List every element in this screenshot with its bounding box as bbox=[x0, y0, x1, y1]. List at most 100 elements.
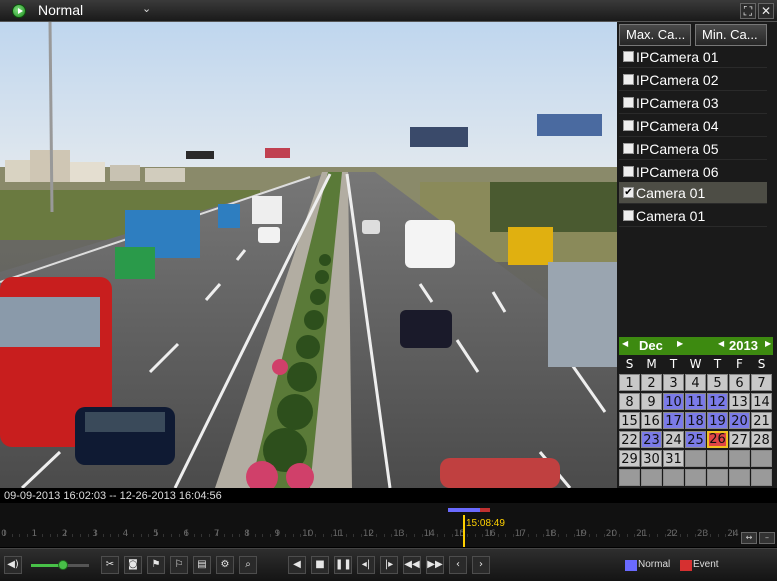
playback-mode-select[interactable]: Normal bbox=[38, 2, 83, 18]
minor-tick bbox=[49, 534, 51, 537]
calendar-day[interactable]: 27 bbox=[729, 431, 750, 448]
camera-checkbox[interactable] bbox=[623, 210, 634, 221]
calendar-day[interactable]: 18 bbox=[685, 412, 706, 429]
camera-row-ipcamera-05[interactable]: IPCamera 05 bbox=[619, 138, 767, 160]
calendar-day[interactable]: 28 bbox=[751, 431, 772, 448]
search-icon[interactable]: ⌕ bbox=[239, 556, 257, 574]
camera-checkbox[interactable] bbox=[623, 97, 634, 108]
calendar-day[interactable]: 19 bbox=[707, 412, 728, 429]
control-bar: ◀) ✂ ◙ ⚑ ⚐ ▤ ⚙ ⌕ ◀ ■ ❚❚ ◂| |▸ ◀◀ ▶▶ ‹ › … bbox=[0, 548, 777, 581]
camera-row-ipcamera-01[interactable]: IPCamera 01 bbox=[619, 46, 767, 68]
minor-tick bbox=[467, 534, 469, 537]
tag-icon[interactable]: ⚑ bbox=[147, 556, 165, 574]
playback-video[interactable] bbox=[0, 22, 617, 488]
calendar-day[interactable]: 3 bbox=[663, 374, 684, 391]
camera-row-ipcamera-03[interactable]: IPCamera 03 bbox=[619, 92, 767, 114]
fullscreen-icon[interactable]: ⛶ bbox=[740, 3, 756, 19]
calendar-day[interactable]: 24 bbox=[663, 431, 684, 448]
minor-tick bbox=[535, 534, 537, 537]
zoom-out-icon[interactable]: – bbox=[759, 532, 775, 544]
camera-checkbox[interactable] bbox=[623, 143, 634, 154]
fast-icon[interactable]: ▶▶ bbox=[426, 556, 444, 574]
prev-month-icon[interactable]: ◀ bbox=[622, 339, 628, 348]
minor-tick bbox=[527, 534, 529, 537]
settings-icon[interactable]: ⚙ bbox=[216, 556, 234, 574]
calendar-day[interactable]: 4 bbox=[685, 374, 706, 391]
calendar-day[interactable]: 13 bbox=[729, 393, 750, 410]
camera-checkbox[interactable] bbox=[623, 166, 634, 177]
pause-icon[interactable]: ❚❚ bbox=[334, 556, 352, 574]
slow-icon[interactable]: ◀◀ bbox=[403, 556, 421, 574]
minor-tick bbox=[292, 534, 294, 537]
camera-row-ipcamera-02[interactable]: IPCamera 02 bbox=[619, 69, 767, 91]
camera-row-camera-01[interactable]: Camera 01 bbox=[619, 205, 767, 227]
snapshot-icon[interactable]: ◙ bbox=[124, 556, 142, 574]
calendar-day[interactable]: 15 bbox=[619, 412, 640, 429]
calendar-day[interactable]: 6 bbox=[729, 374, 750, 391]
camera-checkbox[interactable] bbox=[623, 120, 634, 131]
reverse-play-icon[interactable]: ◀ bbox=[288, 556, 306, 574]
minor-tick bbox=[11, 534, 13, 537]
calendar-day[interactable]: 2 bbox=[641, 374, 662, 391]
calendar-day[interactable]: 9 bbox=[641, 393, 662, 410]
calendar-day[interactable]: 16 bbox=[641, 412, 662, 429]
rewind-30s-icon[interactable]: ◂| bbox=[357, 556, 375, 574]
calendar-empty-cell bbox=[619, 469, 640, 486]
calendar-day[interactable]: 14 bbox=[751, 393, 772, 410]
calendar-day[interactable]: 22 bbox=[619, 431, 640, 448]
normal-legend-swatch bbox=[625, 560, 637, 571]
minor-tick bbox=[497, 534, 499, 537]
calendar-day[interactable]: 8 bbox=[619, 393, 640, 410]
calendar-day[interactable]: 31 bbox=[663, 450, 684, 467]
calendar-day[interactable]: 10 bbox=[663, 393, 684, 410]
calendar-day[interactable]: 25 bbox=[685, 431, 706, 448]
minor-tick bbox=[588, 534, 590, 537]
camera-checkbox-checked[interactable]: ✔ bbox=[623, 187, 634, 198]
next-day-icon[interactable]: › bbox=[472, 556, 490, 574]
prev-year-icon[interactable]: ◀ bbox=[718, 339, 724, 348]
camera-checkbox[interactable] bbox=[623, 51, 634, 62]
camera-row-ipcamera-04[interactable]: IPCamera 04 bbox=[619, 115, 767, 137]
calendar-day[interactable]: 30 bbox=[641, 450, 662, 467]
stop-icon[interactable]: ■ bbox=[311, 556, 329, 574]
zoom-in-icon[interactable]: ↔ bbox=[741, 532, 757, 544]
minor-tick bbox=[254, 534, 256, 537]
clip-icon[interactable]: ✂ bbox=[101, 556, 119, 574]
volume-knob[interactable] bbox=[57, 560, 68, 570]
minor-tick bbox=[140, 534, 142, 537]
camera-checkbox[interactable] bbox=[623, 74, 634, 85]
calendar-year: 2013 bbox=[729, 338, 758, 353]
calendar-day[interactable]: 23 bbox=[641, 431, 662, 448]
min-camera-button[interactable]: Min. Ca... bbox=[695, 24, 767, 46]
next-month-icon[interactable]: ▶ bbox=[677, 339, 683, 348]
timeline[interactable]: 0 1 2 3 4 5 6 7 8 9 10 11 12 13 14 15 16 17 18 19 20 21 22 23 24… bbox=[0, 503, 777, 547]
calendar-day[interactable]: 26 bbox=[707, 431, 728, 448]
calendar-day[interactable]: 5 bbox=[707, 374, 728, 391]
calendar-day[interactable]: 17 bbox=[663, 412, 684, 429]
forward-30s-icon[interactable]: |▸ bbox=[380, 556, 398, 574]
hour-label: 24 bbox=[727, 529, 739, 539]
calendar-day[interactable]: 21 bbox=[751, 412, 772, 429]
calendar-day[interactable]: 12 bbox=[707, 393, 728, 410]
volume-slider[interactable] bbox=[31, 560, 89, 570]
minor-tick bbox=[79, 534, 81, 537]
calendar-day[interactable]: 11 bbox=[685, 393, 706, 410]
next-year-icon[interactable]: ▶ bbox=[765, 339, 771, 348]
tag-manage-icon[interactable]: ▤ bbox=[193, 556, 211, 574]
prev-day-icon[interactable]: ‹ bbox=[449, 556, 467, 574]
minor-tick bbox=[110, 534, 112, 537]
max-camera-button[interactable]: Max. Ca... bbox=[619, 24, 691, 46]
calendar-day[interactable]: 29 bbox=[619, 450, 640, 467]
calendar-day[interactable]: 1 bbox=[619, 374, 640, 391]
camera-row-camera-01-selected[interactable]: ✔ Camera 01 bbox=[619, 182, 767, 204]
calendar-day[interactable]: 7 bbox=[751, 374, 772, 391]
timeline-cursor[interactable] bbox=[463, 515, 465, 547]
minor-tick bbox=[558, 534, 560, 537]
camera-row-ipcamera-06[interactable]: IPCamera 06 bbox=[619, 161, 767, 183]
custom-tag-icon[interactable]: ⚐ bbox=[170, 556, 188, 574]
normal-record-segment bbox=[448, 508, 480, 512]
calendar-day[interactable]: 20 bbox=[729, 412, 750, 429]
chevron-down-icon[interactable]: ⌄ bbox=[142, 2, 151, 15]
close-icon[interactable]: ✕ bbox=[758, 3, 774, 19]
audio-icon[interactable]: ◀) bbox=[4, 556, 22, 574]
